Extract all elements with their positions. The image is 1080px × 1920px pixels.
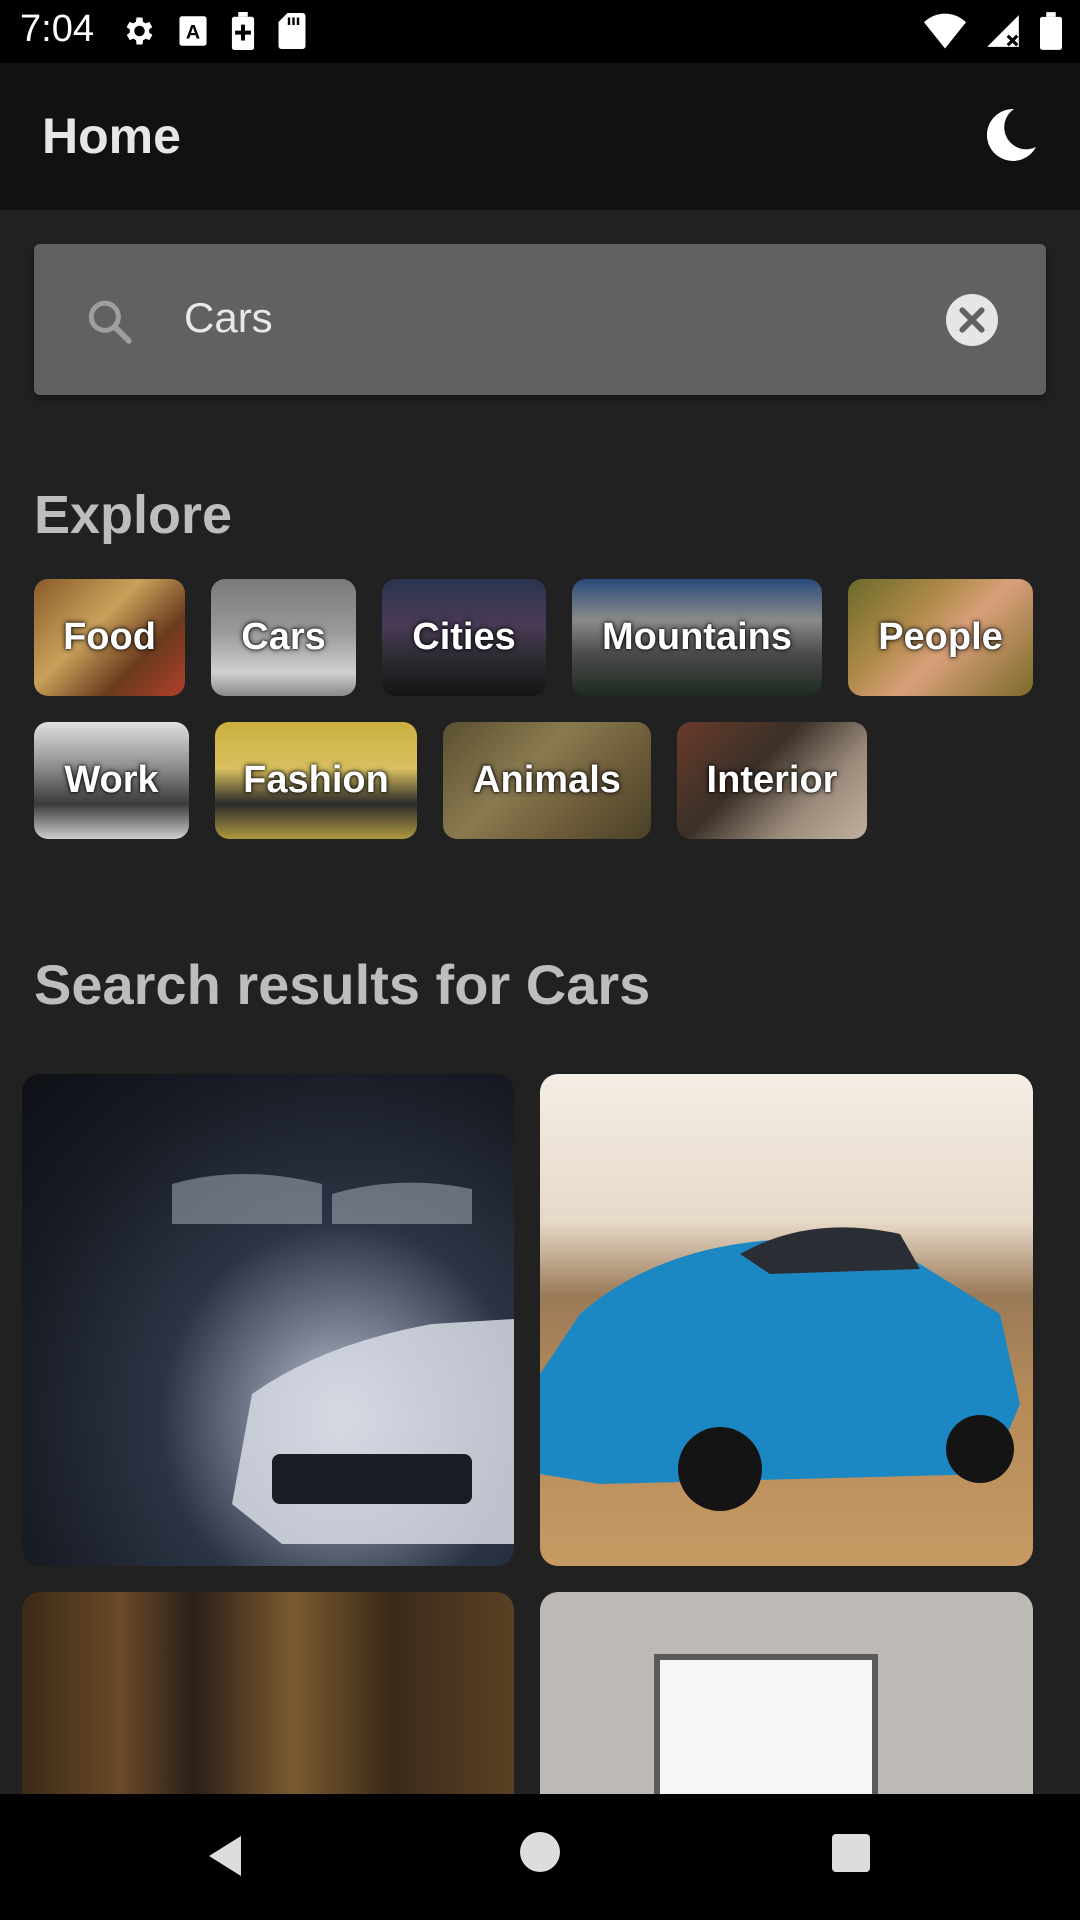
category-chip-animals[interactable]: Animals bbox=[443, 722, 651, 839]
back-icon[interactable] bbox=[205, 1834, 245, 1878]
results-title: Search results for Cars bbox=[34, 953, 651, 1016]
category-label: People bbox=[878, 616, 1003, 658]
explore-title: Explore bbox=[34, 485, 233, 545]
accessibility-a-icon: A bbox=[179, 16, 207, 46]
category-chip-mountains[interactable]: Mountains bbox=[572, 579, 822, 696]
search-icon bbox=[88, 300, 132, 344]
category-label: Interior bbox=[706, 759, 838, 801]
app-bar: Home bbox=[0, 63, 1080, 210]
signal-no-data-icon bbox=[987, 15, 1019, 47]
category-label: Mountains bbox=[602, 616, 792, 658]
category-label: Work bbox=[64, 759, 159, 801]
status-icons-right bbox=[924, 12, 1062, 50]
category-chip-interior[interactable]: Interior bbox=[677, 722, 867, 839]
category-chip-people[interactable]: People bbox=[848, 579, 1033, 696]
sd-card-icon bbox=[278, 13, 306, 49]
battery-saver-icon bbox=[231, 12, 255, 50]
category-chip-cars[interactable]: Cars bbox=[211, 579, 356, 696]
result-image-card[interactable] bbox=[540, 1074, 1033, 1566]
moon-icon[interactable] bbox=[978, 103, 1042, 167]
clear-icon[interactable] bbox=[946, 294, 998, 346]
category-chip-cities[interactable]: Cities bbox=[382, 579, 546, 696]
car-photo bbox=[540, 1227, 1020, 1511]
svg-text:A: A bbox=[186, 21, 200, 43]
category-chip-food[interactable]: Food bbox=[34, 579, 185, 696]
status-time: 7:04 bbox=[20, 8, 94, 50]
category-label: Food bbox=[63, 616, 156, 658]
category-label: Fashion bbox=[243, 759, 389, 801]
page-title: Home bbox=[42, 108, 181, 164]
category-chip-fashion[interactable]: Fashion bbox=[215, 722, 417, 839]
car-photo bbox=[172, 1174, 514, 1544]
gear-icon bbox=[126, 17, 153, 45]
navigation-bar bbox=[0, 1794, 1080, 1920]
battery-icon bbox=[1040, 12, 1062, 50]
search-input[interactable]: Cars bbox=[184, 294, 273, 342]
recents-icon[interactable] bbox=[832, 1834, 870, 1872]
search-bar[interactable]: Cars bbox=[34, 244, 1046, 395]
wifi-icon bbox=[924, 13, 966, 49]
category-label: Cars bbox=[241, 616, 326, 658]
status-bar: 7:04 A bbox=[0, 0, 1080, 63]
category-label: Animals bbox=[473, 759, 621, 801]
result-image-card[interactable] bbox=[22, 1074, 514, 1566]
category-chip-work[interactable]: Work bbox=[34, 722, 189, 839]
status-icons-left: A bbox=[120, 12, 306, 50]
home-icon[interactable] bbox=[520, 1832, 560, 1872]
category-label: Cities bbox=[412, 616, 516, 658]
